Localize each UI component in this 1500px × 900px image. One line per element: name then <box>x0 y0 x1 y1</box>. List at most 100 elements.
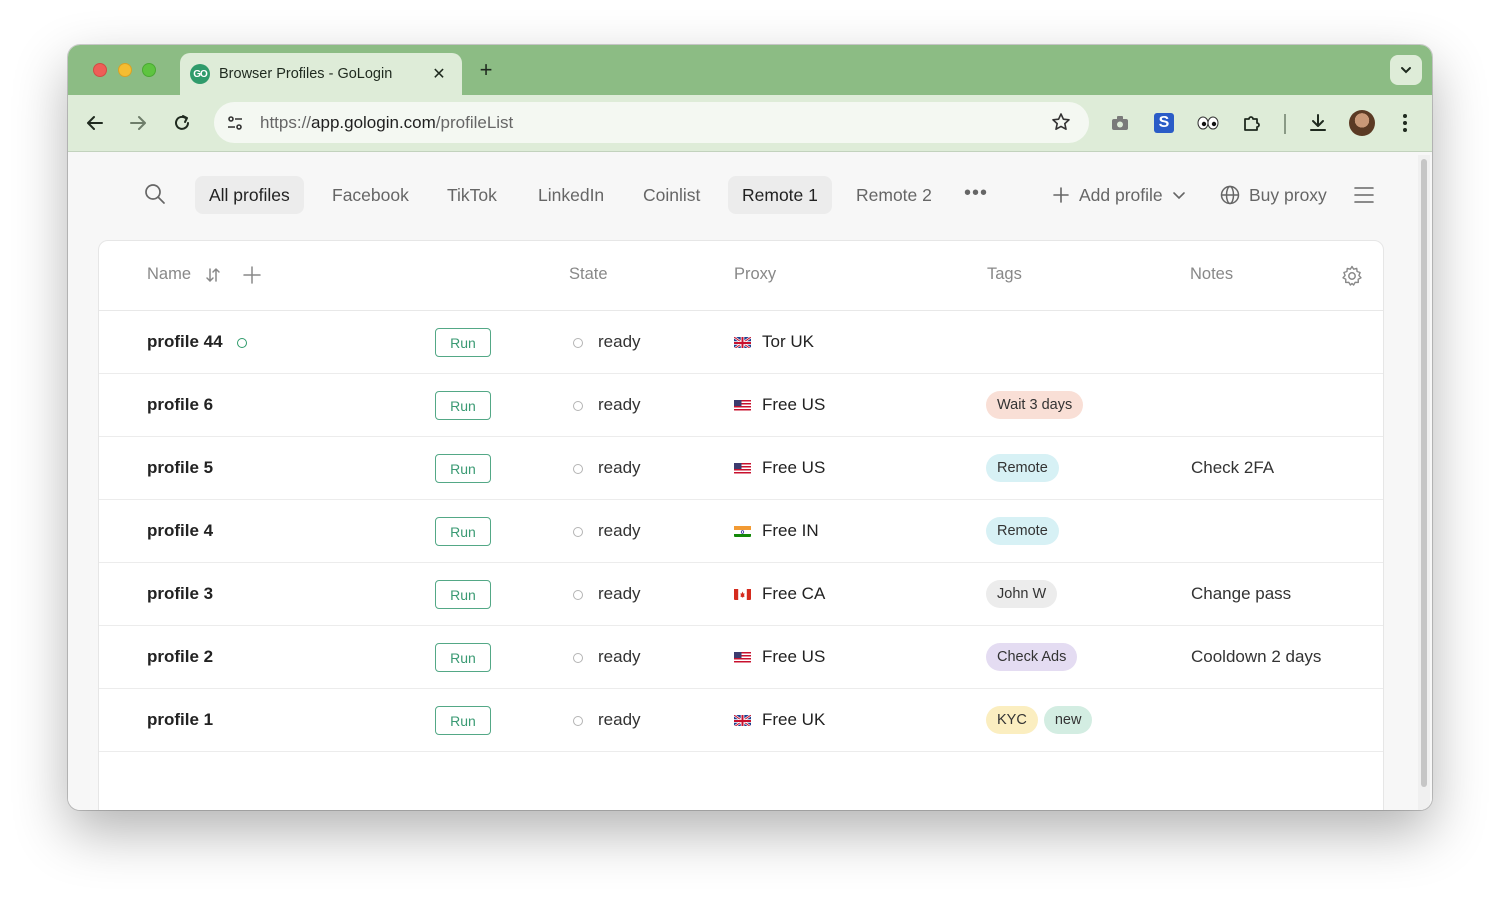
tag-badge[interactable]: John W <box>986 580 1058 608</box>
site-info-icon[interactable] <box>224 112 246 134</box>
tags-cell: John W <box>986 580 1058 608</box>
profile-status-dot <box>237 338 247 348</box>
forward-icon[interactable] <box>126 111 150 135</box>
note-text[interactable]: Cooldown 2 days <box>1191 647 1321 667</box>
us-flag-icon <box>734 651 751 663</box>
tab-strip: GO Browser Profiles - GoLogin ✕ + <box>68 45 1432 95</box>
tags-cell: Check Ads <box>986 643 1078 671</box>
tab-search-button[interactable] <box>1390 55 1422 85</box>
state-indicator-dot <box>573 590 583 600</box>
note-text[interactable]: Check 2FA <box>1191 458 1274 478</box>
profile-avatar[interactable] <box>1349 110 1375 136</box>
tags-cell: Wait 3 days <box>986 391 1084 419</box>
table-row[interactable]: profile 3 Run ready Free CA John W Change pas… <box>99 563 1383 626</box>
tab-coinlist[interactable]: Coinlist <box>629 176 714 214</box>
state-text: ready <box>598 647 641 666</box>
profile-name[interactable]: profile 1 <box>147 710 213 730</box>
filter-bar: All profiles Facebook TikTok LinkedIn Co… <box>68 152 1418 240</box>
tab-all-profiles[interactable]: All profiles <box>195 176 304 214</box>
tab-close-icon[interactable]: ✕ <box>430 64 448 84</box>
run-button[interactable]: Run <box>435 391 491 420</box>
browser-menu-icon[interactable] <box>1393 111 1417 135</box>
run-button[interactable]: Run <box>435 454 491 483</box>
proxy-name[interactable]: Tor UK <box>762 332 814 352</box>
buy-proxy-label: Buy proxy <box>1249 184 1327 205</box>
proxy-name[interactable]: Free UK <box>762 710 825 730</box>
camera-extension-icon[interactable] <box>1108 111 1132 135</box>
run-button[interactable]: Run <box>435 328 491 357</box>
add-profile-button[interactable]: Add profile <box>1052 176 1186 214</box>
profile-name[interactable]: profile 3 <box>147 584 213 604</box>
tag-badge[interactable]: KYC <box>986 706 1038 734</box>
profile-name[interactable]: profile 6 <box>147 395 213 415</box>
run-button[interactable]: Run <box>435 706 491 735</box>
add-profile-label: Add profile <box>1079 184 1163 205</box>
column-header-name[interactable]: Name <box>147 265 191 284</box>
column-header-proxy[interactable]: Proxy <box>734 265 776 284</box>
tab-linkedin[interactable]: LinkedIn <box>524 176 618 214</box>
profile-name[interactable]: profile 4 <box>147 521 213 541</box>
profile-name[interactable]: profile 2 <box>147 647 213 667</box>
minimize-window-button[interactable] <box>118 63 132 77</box>
toolbar-divider <box>1284 114 1286 134</box>
column-header-tags[interactable]: Tags <box>987 265 1022 284</box>
column-header-notes[interactable]: Notes <box>1190 265 1233 284</box>
add-column-plus-icon[interactable] <box>243 266 261 289</box>
table-row[interactable]: profile 1 Run ready Free UK KYC new <box>99 689 1383 752</box>
table-row[interactable]: profile 44 Run ready Tor UK <box>99 311 1383 374</box>
search-icon[interactable] <box>144 183 166 210</box>
note-text[interactable]: Change pass <box>1191 584 1291 604</box>
tag-badge[interactable]: Remote <box>986 517 1059 545</box>
download-icon[interactable] <box>1306 111 1330 135</box>
state-indicator-dot <box>573 464 583 474</box>
tag-badge[interactable]: Check Ads <box>986 643 1078 671</box>
puzzle-extensions-icon[interactable] <box>1240 111 1264 135</box>
more-tabs-icon[interactable]: ••• <box>964 182 988 205</box>
s-extension-icon[interactable]: S <box>1152 111 1176 135</box>
scrollbar-thumb[interactable] <box>1421 159 1427 787</box>
chevron-down-icon[interactable] <box>1172 188 1186 202</box>
state-text: ready <box>598 710 641 729</box>
address-bar[interactable]: https://app.gologin.com/profileList <box>214 102 1089 143</box>
close-window-button[interactable] <box>93 63 107 77</box>
run-button[interactable]: Run <box>435 517 491 546</box>
run-button[interactable]: Run <box>435 643 491 672</box>
back-icon[interactable] <box>83 111 107 135</box>
table-row[interactable]: profile 6 Run ready Free US Wait 3 days <box>99 374 1383 437</box>
proxy-name[interactable]: Free CA <box>762 584 825 604</box>
tag-badge[interactable]: Remote <box>986 454 1059 482</box>
state-text: ready <box>598 395 641 414</box>
new-tab-icon[interactable]: + <box>474 57 498 83</box>
proxy-name[interactable]: Free IN <box>762 521 819 541</box>
table-row[interactable]: profile 5 Run ready Free US Remote Check 2FA <box>99 437 1383 500</box>
tab-facebook[interactable]: Facebook <box>318 176 423 214</box>
column-header-state[interactable]: State <box>569 265 608 284</box>
page-scrollbar[interactable] <box>1418 155 1430 810</box>
tag-badge[interactable]: new <box>1043 706 1093 734</box>
sort-icon[interactable] <box>205 266 221 289</box>
buy-proxy-button[interactable]: Buy proxy <box>1220 176 1327 214</box>
proxy-name[interactable]: Free US <box>762 458 825 478</box>
tags-cell: KYC new <box>986 706 1093 734</box>
reload-icon[interactable] <box>170 111 194 135</box>
tags-cell: Remote <box>986 454 1059 482</box>
tab-tiktok[interactable]: TikTok <box>433 176 511 214</box>
gear-icon[interactable] <box>1341 265 1363 292</box>
us-flag-icon <box>734 462 751 474</box>
table-row[interactable]: profile 4 Run ready Free IN Remote <box>99 500 1383 563</box>
browser-toolbar: https://app.gologin.com/profileList S <box>68 95 1432 152</box>
run-button[interactable]: Run <box>435 580 491 609</box>
tag-badge[interactable]: Wait 3 days <box>986 391 1084 419</box>
tab-remote-1[interactable]: Remote 1 <box>728 176 832 214</box>
proxy-name[interactable]: Free US <box>762 395 825 415</box>
tab-remote-2[interactable]: Remote 2 <box>842 176 946 214</box>
eyes-extension-icon[interactable] <box>1196 111 1220 135</box>
profile-name[interactable]: profile 44 <box>147 332 223 352</box>
table-row[interactable]: profile 2 Run ready Free US Check Ads Cooldow… <box>99 626 1383 689</box>
maximize-window-button[interactable] <box>142 63 156 77</box>
profile-name[interactable]: profile 5 <box>147 458 213 478</box>
hamburger-menu-icon[interactable] <box>1354 186 1374 209</box>
bookmark-star-icon[interactable] <box>1051 112 1071 137</box>
browser-tab[interactable]: GO Browser Profiles - GoLogin ✕ <box>180 53 462 95</box>
proxy-name[interactable]: Free US <box>762 647 825 667</box>
